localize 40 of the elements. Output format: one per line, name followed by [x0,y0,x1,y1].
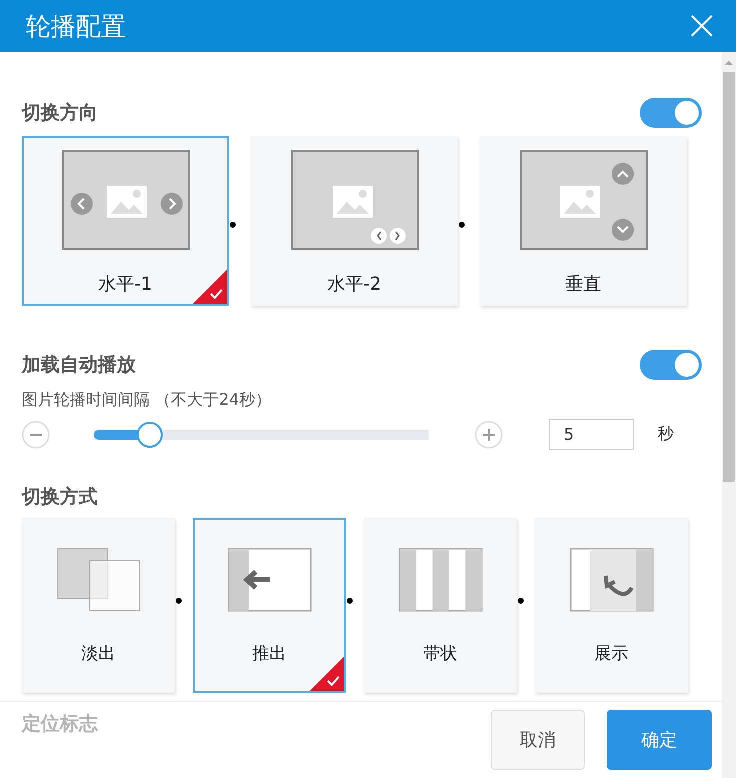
interval-input[interactable]: 5 [549,419,634,450]
plus-icon[interactable] [475,420,503,448]
transition-preview-icon [570,548,654,614]
option-label: 推出 [252,643,286,665]
dot-icon [230,222,236,228]
option-label: 展示 [594,643,628,665]
section-title: 加载自动播放 [22,353,136,378]
slider-thumb[interactable] [136,422,163,448]
direction-option[interactable]: 垂直 [480,136,687,306]
transition-preview-icon [228,548,312,614]
dot-icon [176,598,182,604]
section-title: 切换方式 [22,485,99,510]
option-label: 淡出 [82,643,116,665]
selected-check-icon [193,270,227,304]
transition-preview-icon [398,548,482,614]
section-title: 切换方向 [22,101,98,126]
section-title: 定位标志 [22,712,100,737]
close-icon[interactable] [690,14,714,38]
transition-option[interactable]: 展示 [535,518,688,693]
option-label: 水平-2 [328,273,382,296]
dot-icon [347,598,353,604]
dot-icon [459,222,465,228]
scrollbar-thumb[interactable] [723,72,735,482]
toggle-switch[interactable] [640,350,702,380]
selected-check-icon [310,657,344,691]
option-label: 水平-1 [98,273,152,296]
option-label: 垂直 [566,273,602,296]
slideshow-preview-icon [520,150,648,250]
cancel-button[interactable]: 取消 [491,710,585,770]
transition-preview-icon [56,548,140,614]
toggle-switch[interactable] [640,98,702,128]
minus-icon[interactable] [22,420,50,448]
slideshow-preview-icon [62,150,190,250]
window-title: 轮播配置 [26,10,126,42]
unit-label: 秒 [658,424,674,445]
slideshow-preview-icon [290,150,418,250]
option-label: 带状 [424,643,458,665]
dot-icon [518,598,524,604]
scroll-up-icon[interactable] [724,60,734,66]
interval-label: 图片轮播时间间隔 （不大于24秒） [22,390,272,411]
